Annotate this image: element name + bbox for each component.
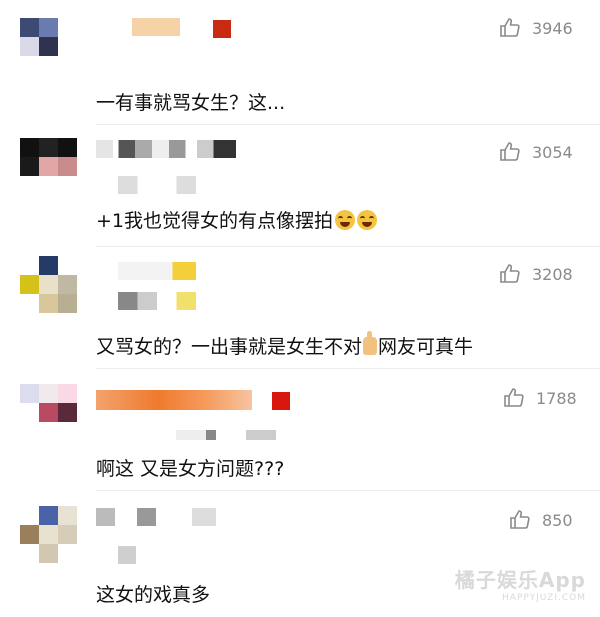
like-count: 1788 [536, 388, 577, 408]
user-badge [213, 20, 231, 38]
watermark: 橘子娱乐App HAPPYJUZI.COM [455, 564, 586, 603]
comment-text-before: 又骂女的？一出事就是女生不对 [96, 336, 363, 358]
like-count: 3208 [532, 264, 573, 284]
avatar[interactable] [20, 506, 80, 566]
thumbs-up-emoji [363, 331, 378, 355]
like-button[interactable]: 1788 [502, 386, 577, 410]
watermark-url: HAPPYJUZI.COM [502, 593, 586, 603]
laughing-tears-emoji [335, 210, 356, 230]
avatar[interactable] [20, 138, 80, 198]
avatar[interactable] [20, 256, 80, 316]
comment-text: +1我也觉得女的有点像摆拍 [96, 206, 378, 233]
watermark-title: 橘子娱乐App [454, 568, 586, 592]
user-meta-blurred [118, 292, 196, 310]
comment-item: 3208 又骂女的？一出事就是女生不对 网友可真牛 [0, 246, 600, 368]
comment-text-body: +1我也觉得女的有点像摆拍 [96, 210, 334, 232]
like-count: 3054 [532, 142, 573, 162]
comment-text: 啊这 又是女方问题??? [96, 458, 285, 480]
user-badge [272, 392, 290, 410]
username-blurred[interactable] [132, 18, 180, 36]
like-button[interactable]: 3208 [498, 262, 573, 286]
like-button[interactable]: 3946 [498, 16, 573, 40]
thumbs-up-icon [504, 388, 524, 407]
comment-text: 又骂女的？一出事就是女生不对 网友可真牛 [96, 331, 474, 359]
comment-item: 1788 啊这 又是女方问题??? [0, 368, 600, 490]
comment-item: 3054 +1我也觉得女的有点像摆拍 [0, 124, 600, 246]
username-blurred[interactable] [96, 390, 252, 410]
thumbs-up-icon [510, 510, 530, 529]
like-count: 3946 [532, 18, 573, 38]
thumbs-up-icon [500, 264, 520, 283]
comment-item: 3946 一有事就骂女生？这... [0, 0, 600, 124]
comment-text: 一有事就骂女生？这... [96, 92, 286, 114]
like-button[interactable]: 3054 [498, 140, 573, 164]
user-meta-blurred [118, 176, 196, 194]
thumbs-up-icon [500, 142, 520, 161]
comment-text: 这女的戏真多 [96, 584, 211, 606]
user-meta-blurred [176, 430, 276, 440]
username-blurred[interactable] [118, 262, 196, 280]
username-blurred[interactable] [96, 508, 216, 526]
avatar[interactable] [20, 18, 80, 78]
like-button[interactable]: 850 [508, 508, 573, 532]
user-meta-blurred [118, 546, 136, 564]
avatar[interactable] [20, 384, 80, 444]
username-blurred[interactable] [96, 140, 236, 158]
comment-text-after: 网友可真牛 [378, 336, 474, 358]
laughing-tears-emoji [357, 210, 378, 230]
like-count: 850 [542, 510, 573, 530]
thumbs-up-icon [500, 18, 520, 37]
